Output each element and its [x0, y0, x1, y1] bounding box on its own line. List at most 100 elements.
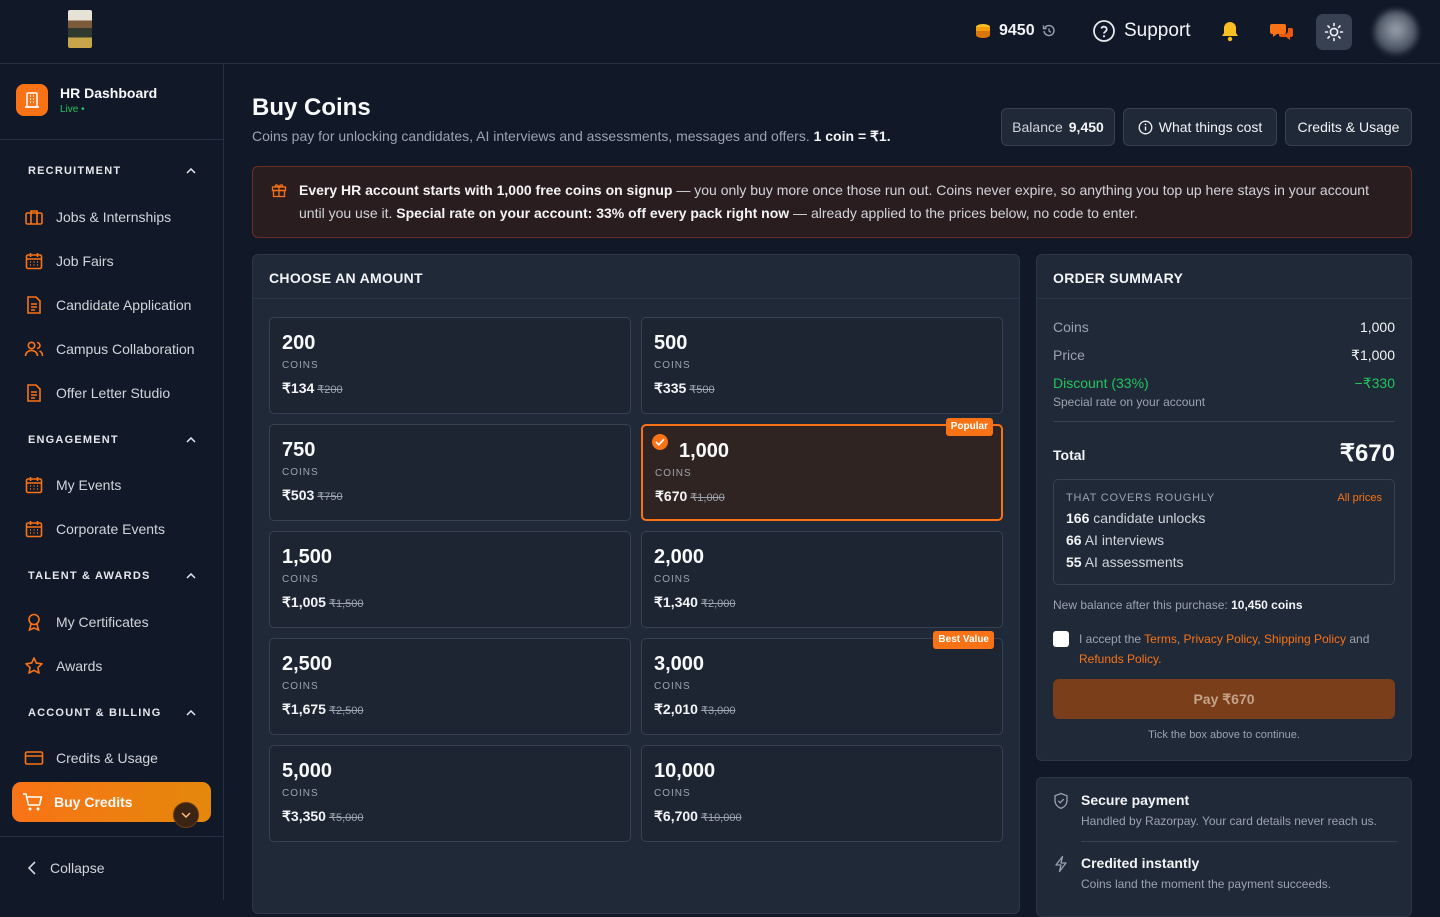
- pack-unit: COINS: [655, 468, 692, 479]
- amounts-panel: CHOOSE AN AMOUNT 200 COINS ₹134 ₹200 500 COIN…: [252, 254, 1020, 914]
- covers-item: 55 AI assessments: [1066, 554, 1184, 570]
- sidebar-item-my-events[interactable]: My Events: [24, 475, 121, 495]
- page-title: Buy Coins: [252, 94, 371, 121]
- coin-pack-card[interactable]: 1,500 COINS ₹1,005 ₹1,500: [269, 531, 631, 628]
- support-button[interactable]: Support: [1092, 19, 1191, 43]
- coin-pack-card[interactable]: 2,500 COINS ₹1,675 ₹2,500: [269, 638, 631, 735]
- pack-original-price: ₹5,000: [328, 812, 364, 824]
- shipping-policy-link[interactable]: Shipping Policy: [1264, 632, 1346, 646]
- coin-pack-card[interactable]: 10,000 COINS ₹6,700 ₹10,000: [641, 745, 1003, 842]
- pack-unit: COINS: [282, 574, 319, 585]
- cart-icon: [22, 792, 44, 812]
- lightning-icon: [1053, 855, 1069, 891]
- section-recruitment[interactable]: RECRUITMENT: [28, 165, 196, 177]
- trust-item-instant: Credited instantly Coins land the moment …: [1053, 855, 1331, 891]
- history-icon[interactable]: [1042, 24, 1056, 38]
- avatar[interactable]: [1374, 10, 1418, 54]
- all-prices-link[interactable]: All prices: [1337, 492, 1382, 504]
- help-circle-icon: [1092, 19, 1116, 43]
- chevron-up-icon: [186, 710, 196, 716]
- pack-original-price: ₹10,000: [700, 812, 742, 824]
- top-bar: 9450 Support: [0, 0, 1440, 64]
- coin-pack-card[interactable]: 750 COINS ₹503 ₹750: [269, 424, 631, 521]
- section-talent-awards[interactable]: TALENT & AWARDS: [28, 570, 196, 582]
- balance-button[interactable]: Balance 9,450: [1001, 108, 1115, 146]
- brand[interactable]: HR Dashboard Live •: [16, 84, 157, 116]
- pack-original-price: ₹1,500: [328, 598, 364, 610]
- pack-price: ₹670 ₹1,000: [655, 488, 725, 504]
- refunds-policy-link[interactable]: Refunds Policy.: [1079, 652, 1161, 666]
- coins-icon: [974, 22, 992, 40]
- coin-pack-card[interactable]: 500 COINS ₹335 ₹500: [641, 317, 1003, 414]
- divider: [0, 139, 223, 140]
- tick-note: Tick the box above to continue.: [1148, 729, 1300, 741]
- briefcase-icon: [24, 207, 44, 227]
- bell-icon[interactable]: [1220, 20, 1240, 42]
- section-engagement[interactable]: ENGAGEMENT: [28, 434, 196, 446]
- coin-pack-card[interactable]: Popular 1,000 COINS ₹670 ₹1,000: [641, 418, 1003, 521]
- pack-original-price: ₹750: [317, 491, 343, 503]
- coin-pack-card[interactable]: 200 COINS ₹134 ₹200: [269, 317, 631, 414]
- terms-acceptance: I accept the Terms, Privacy Policy, Ship…: [1053, 629, 1395, 669]
- pack-original-price: ₹500: [689, 384, 715, 396]
- coin-pack-card[interactable]: Best Value 3,000 COINS ₹2,010 ₹3,000: [641, 631, 1003, 735]
- page-subtitle: Coins pay for unlocking candidates, AI i…: [252, 128, 891, 144]
- what-things-cost-button[interactable]: What things cost: [1123, 108, 1277, 146]
- coin-pack-card[interactable]: 5,000 COINS ₹3,350 ₹5,000: [269, 745, 631, 842]
- summary-price-row: Price ₹1,000: [1053, 347, 1395, 363]
- privacy-policy-link[interactable]: Privacy Policy: [1184, 632, 1258, 646]
- check-icon: [652, 434, 668, 450]
- total-value: ₹670: [1339, 440, 1395, 467]
- pack-original-price: ₹3,000: [700, 705, 736, 717]
- discount-note: Special rate on your account: [1053, 395, 1206, 409]
- collapse-button[interactable]: Collapse: [28, 860, 104, 876]
- pack-price: ₹1,675 ₹2,500: [282, 701, 364, 717]
- sidebar-item-awards[interactable]: Awards: [24, 656, 102, 676]
- sidebar-item-candidate-application[interactable]: Candidate Application: [24, 295, 191, 315]
- chevron-left-icon: [28, 861, 36, 875]
- sidebar-item-credits-usage[interactable]: Credits & Usage: [24, 748, 158, 768]
- sidebar-item-corporate-events[interactable]: Corporate Events: [24, 519, 165, 539]
- pack-coins: 750: [282, 439, 316, 461]
- pack-price: ₹1,340 ₹2,000: [654, 594, 736, 610]
- theme-toggle-button[interactable]: [1316, 14, 1352, 50]
- summary-coins-row: Coins 1,000: [1053, 319, 1395, 335]
- logo[interactable]: [68, 10, 92, 48]
- chat-icon[interactable]: [1270, 20, 1294, 42]
- document-icon: [24, 295, 44, 315]
- pack-tag: Popular: [945, 418, 993, 436]
- pack-unit: COINS: [282, 681, 319, 692]
- pack-unit: COINS: [282, 788, 319, 799]
- pack-coins: 2,500: [282, 653, 333, 675]
- pack-price: ₹6,700 ₹10,000: [654, 808, 742, 824]
- users-icon: [24, 339, 44, 359]
- pay-button[interactable]: Pay ₹670: [1053, 679, 1395, 719]
- sidebar-item-campus-collaboration[interactable]: Campus Collaboration: [24, 339, 195, 359]
- pack-unit: COINS: [654, 788, 691, 799]
- sidebar-item-jobs[interactable]: Jobs & Internships: [24, 207, 171, 227]
- coin-balance[interactable]: 9450: [974, 22, 1056, 40]
- pack-unit: COINS: [282, 467, 319, 478]
- coin-pack-card[interactable]: 2,000 COINS ₹1,340 ₹2,000: [641, 531, 1003, 628]
- brand-title: HR Dashboard: [60, 85, 158, 101]
- chevron-down-icon[interactable]: [173, 802, 199, 828]
- pack-price: ₹3,350 ₹5,000: [282, 808, 364, 824]
- pack-unit: COINS: [654, 681, 691, 692]
- trust-item-secure: Secure payment Handled by Razorpay. Your …: [1053, 792, 1377, 828]
- terms-link[interactable]: Terms: [1144, 632, 1177, 646]
- promo-banner: Every HR account starts with 1,000 free …: [252, 166, 1412, 238]
- sidebar-item-job-fairs[interactable]: Job Fairs: [24, 251, 114, 271]
- accept-terms-checkbox[interactable]: [1053, 631, 1069, 647]
- divider: [0, 836, 223, 837]
- section-account-billing[interactable]: ACCOUNT & BILLING: [28, 707, 196, 719]
- credits-usage-button[interactable]: Credits & Usage: [1285, 108, 1412, 146]
- sidebar-item-my-certificates[interactable]: My Certificates: [24, 612, 149, 632]
- pack-coins: 1,500: [282, 546, 333, 568]
- amounts-heading: CHOOSE AN AMOUNT: [253, 255, 1019, 299]
- pack-price: ₹134 ₹200: [282, 380, 343, 396]
- new-balance: New balance after this purchase: 10,450 …: [1053, 598, 1303, 612]
- coin-count: 9450: [999, 22, 1035, 39]
- sidebar-item-offer-letter-studio[interactable]: Offer Letter Studio: [24, 383, 170, 403]
- pack-price: ₹1,005 ₹1,500: [282, 594, 364, 610]
- covers-heading: THAT COVERS ROUGHLY: [1066, 492, 1216, 504]
